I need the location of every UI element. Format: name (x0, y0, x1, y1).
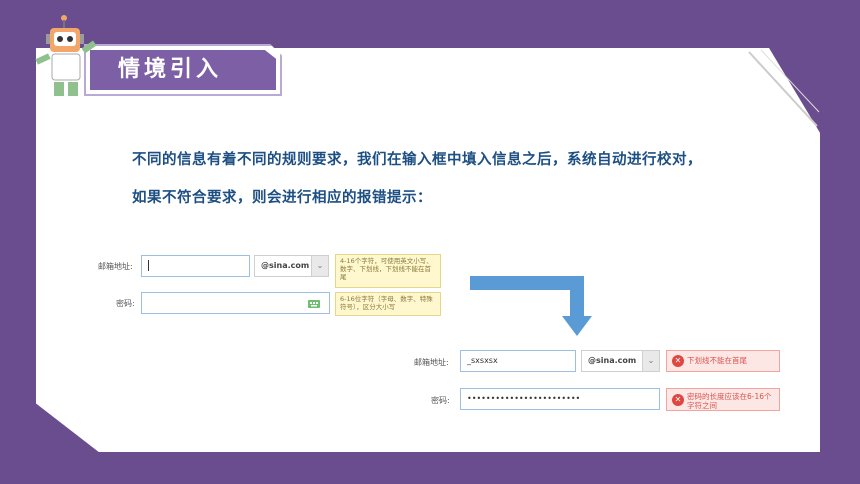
intro-line-1: 不同的信息有着不同的规则要求，我们在输入框中填入信息之后，系统自动进行校对， (132, 152, 702, 168)
email-label-after: 邮箱地址: (414, 358, 449, 367)
password-label-after: 密码: (431, 396, 450, 405)
password-hint-tooltip: 6-16位字符（字母、数字、特殊符号），区分大小写 (335, 292, 441, 316)
password-error-message: ✕ 密码的长度应该在6-16个字符之间 (666, 388, 780, 411)
email-error-message: ✕ 下划线不能在首尾 (666, 350, 780, 372)
password-label: 密码: (116, 299, 135, 308)
arrow-down-icon (470, 276, 592, 336)
robot-mascot (35, 15, 97, 96)
chevron-down-icon: ⌄ (642, 351, 659, 371)
intro-line-2: 如果不符合要求，则会进行相应的报错提示： (132, 190, 432, 206)
error-icon: ✕ (672, 355, 684, 367)
email-domain-select-after[interactable]: @sina.com ⌄ (581, 350, 660, 372)
email-domain-value: @sina.com (261, 261, 310, 270)
email-domain-value-after: @sina.com (588, 356, 637, 365)
password-input[interactable] (141, 292, 330, 314)
password-input-after[interactable]: •••••••••••••••••••••••• (460, 388, 660, 410)
email-label: 邮箱地址: (98, 262, 133, 271)
email-hint-tooltip: 4-16个字符，可使用英文小写、数字、下划线，下划线不能在首尾 (335, 254, 441, 288)
email-input[interactable] (141, 255, 250, 277)
page-fold-corner (748, 49, 820, 127)
error-icon: ✕ (672, 393, 684, 406)
text-cursor (148, 260, 149, 271)
page-title: 情境引入 (118, 57, 223, 82)
keyboard-icon[interactable] (308, 298, 320, 308)
chevron-down-icon: ⌄ (311, 256, 328, 276)
email-input-after[interactable]: _sxsxsx (460, 350, 576, 372)
email-domain-select[interactable]: @sina.com ⌄ (254, 255, 329, 277)
